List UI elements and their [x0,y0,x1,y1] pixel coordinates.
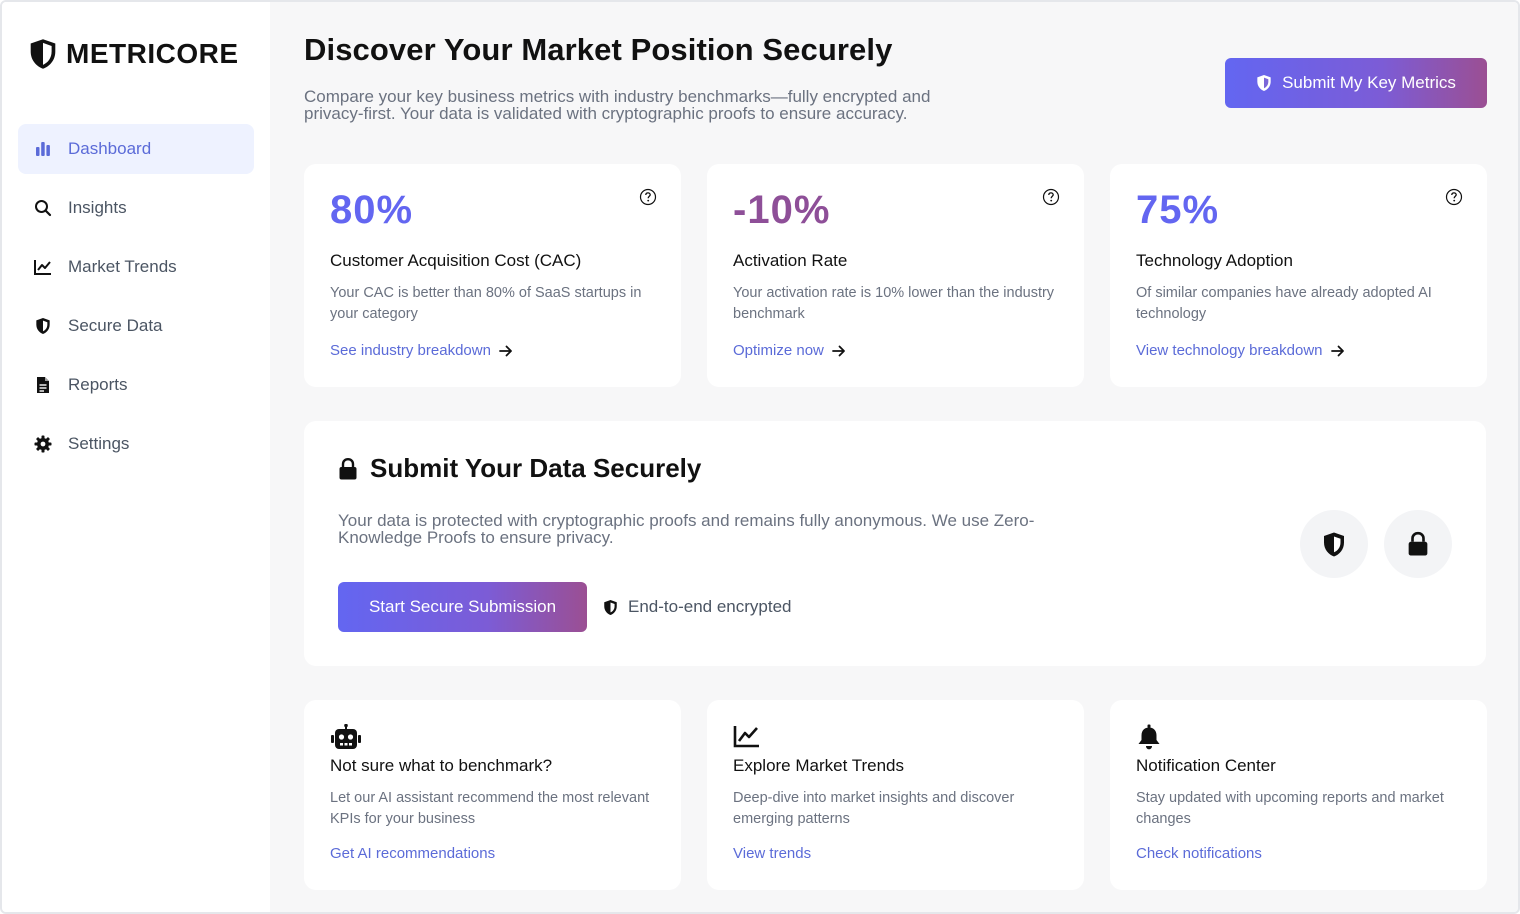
secure-panel-description: Your data is protected with cryptographi… [338,511,1035,547]
shield-icon [1256,74,1272,92]
bar-chart-icon [34,140,52,158]
sidebar: METRICORE Dashboard Insights Market Tren… [2,2,270,912]
sidebar-item-label: Secure Data [68,316,163,335]
see-industry-breakdown-link[interactable]: See industry breakdown [330,342,513,359]
lock-badge [1384,510,1452,578]
view-technology-breakdown-link[interactable]: View technology breakdown [1136,342,1345,359]
link-label: See industry breakdown [330,342,491,359]
feature-title: Not sure what to benchmark? [330,756,553,775]
encryption-label: End-to-end encrypted [628,597,792,616]
sidebar-item-label: Settings [68,434,130,453]
sidebar-nav: Dashboard Insights Market Trends Secure … [2,124,270,469]
secure-panel-title: Submit Your Data Securely [370,453,702,483]
sidebar-item-market-trends[interactable]: Market Trends [18,242,254,292]
link-label: View technology breakdown [1136,342,1323,359]
sidebar-item-label: Insights [68,198,127,217]
sidebar-item-secure-data[interactable]: Secure Data [18,301,254,351]
sidebar-item-settings[interactable]: Settings [18,419,254,469]
optimize-now-link[interactable]: Optimize now [733,342,846,359]
robot-icon [330,723,362,752]
page-subtitle: Compare your key business metrics with i… [304,87,931,123]
arrow-right-icon [831,345,846,357]
feature-card-market-trends: Explore Market Trends Deep-dive into mar… [707,700,1084,890]
shield-icon [34,317,52,335]
feature-description: Stay updated with upcoming reports and m… [1136,790,1444,827]
bell-icon [1136,724,1168,752]
secure-submission-panel: Submit Your Data Securely Your data is p… [304,421,1486,666]
help-icon[interactable] [639,188,657,206]
stats-row: 80% Customer Acquisition Cost (CAC) Your… [304,164,1487,387]
stat-value: 75% [1136,188,1220,232]
sidebar-item-dashboard[interactable]: Dashboard [18,124,254,174]
sidebar-item-reports[interactable]: Reports [18,360,254,410]
brand-name: METRICORE [66,38,239,69]
sidebar-item-label: Dashboard [68,139,152,158]
start-secure-submission-button[interactable]: Start Secure Submission [338,582,587,632]
encryption-badge: End-to-end encrypted [603,597,792,617]
lock-icon [338,457,358,480]
gear-icon [34,435,52,453]
feature-title: Notification Center [1136,756,1276,775]
shield-badge [1300,510,1368,578]
stat-title: Technology Adoption [1136,251,1293,270]
link-label: Optimize now [733,342,824,359]
main-content: Discover Your Market Position Securely C… [270,2,1518,912]
app-window: METRICORE Dashboard Insights Market Tren… [0,0,1520,914]
arrow-right-icon [499,345,513,357]
sidebar-item-label: Market Trends [68,257,177,276]
check-notifications-link[interactable]: Check notifications [1136,845,1262,862]
stat-value: -10% [733,188,831,232]
help-icon[interactable] [1042,188,1060,206]
stat-title: Activation Rate [733,251,848,270]
line-chart-icon [34,258,52,276]
help-icon[interactable] [1445,188,1463,206]
view-trends-link[interactable]: View trends [733,845,811,862]
submit-metrics-label: Submit My Key Metrics [1282,73,1456,92]
secure-panel-heading: Submit Your Data Securely [338,453,1452,484]
feature-title: Explore Market Trends [733,756,905,775]
feature-card-ai: Not sure what to benchmark? Let our AI a… [304,700,681,890]
lock-icon [1407,531,1429,557]
feature-description: Let our AI assistant recommend the most … [330,790,650,827]
stat-card-activation: -10% Activation Rate Your activation rat… [707,164,1084,387]
search-icon [34,199,52,217]
stat-card-cac: 80% Customer Acquisition Cost (CAC) Your… [304,164,681,387]
arrow-right-icon [1330,345,1345,357]
line-chart-icon [733,724,765,752]
secure-actions: Start Secure Submission End-to-end encry… [338,582,1452,632]
stat-description: Of similar companies have already adopte… [1136,285,1432,322]
shield-icon [1322,531,1346,558]
stat-card-tech-adoption: 75% Technology Adoption Of similar compa… [1110,164,1487,387]
shield-icon [28,37,58,71]
feature-description: Deep-dive into market insights and disco… [733,790,1015,827]
stat-title: Customer Acquisition Cost (CAC) [330,251,582,270]
brand[interactable]: METRICORE [2,34,270,74]
document-icon [34,376,52,394]
features-row: Not sure what to benchmark? Let our AI a… [304,700,1487,890]
submit-metrics-button[interactable]: Submit My Key Metrics [1225,58,1487,108]
get-ai-recommendations-link[interactable]: Get AI recommendations [330,845,495,862]
feature-card-notifications: Notification Center Stay updated with up… [1110,700,1487,890]
sidebar-item-insights[interactable]: Insights [18,183,254,233]
shield-icon [603,599,618,616]
stat-value: 80% [330,188,414,232]
stat-description: Your CAC is better than 80% of SaaS star… [330,285,642,322]
sidebar-item-label: Reports [68,375,128,394]
stat-description: Your activation rate is 10% lower than t… [733,285,1055,322]
